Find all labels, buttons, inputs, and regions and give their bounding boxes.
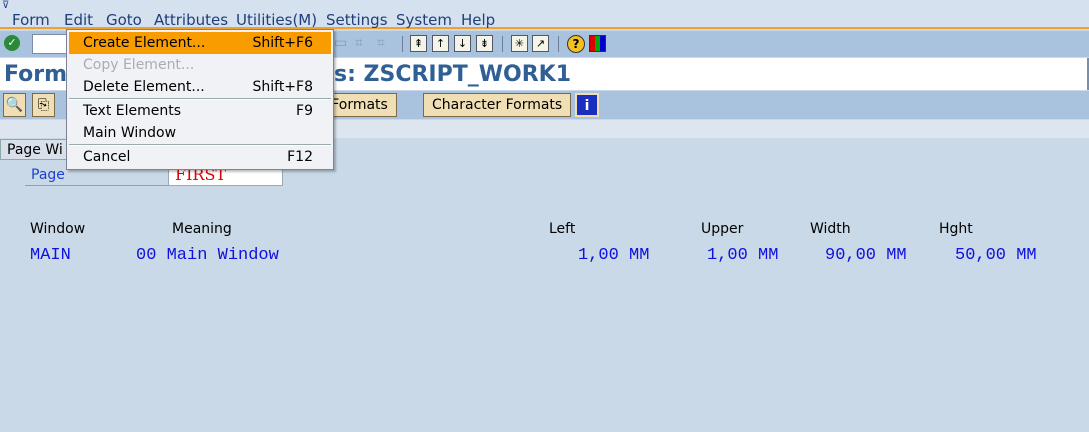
menu-item-main-window[interactable]: Main Window bbox=[69, 122, 331, 144]
menu-item-label: Create Element... bbox=[83, 35, 206, 51]
menu-help[interactable]: Help bbox=[461, 11, 495, 29]
menu-bar: ⊽ Form Edit Goto Attributes Utilities(M)… bbox=[0, 0, 1089, 29]
menu-system[interactable]: System bbox=[396, 11, 452, 29]
cell-hght[interactable]: 50,00 MM bbox=[955, 246, 1037, 265]
cell-window[interactable]: MAIN bbox=[30, 246, 71, 265]
column-header-hght: Hght bbox=[939, 221, 973, 237]
menu-item-label: Text Elements bbox=[83, 103, 182, 119]
enter-checkmark-icon[interactable]: ✓ bbox=[4, 35, 20, 51]
document-icon[interactable]: ⎘ bbox=[32, 93, 55, 117]
column-header-left: Left bbox=[549, 221, 576, 237]
edit-menu-dropdown: Create Element... Shift+F6 Copy Element..… bbox=[66, 29, 334, 170]
first-page-icon[interactable]: ⇞ bbox=[410, 35, 427, 52]
menu-item-copy-element: Copy Element... bbox=[69, 54, 331, 76]
display-icon[interactable]: 🔍 bbox=[3, 93, 26, 117]
column-header-upper: Upper bbox=[701, 221, 744, 237]
column-header-window: Window bbox=[30, 221, 86, 237]
column-header-width: Width bbox=[810, 221, 851, 237]
menu-edit[interactable]: Edit bbox=[64, 11, 93, 29]
menu-goto[interactable]: Goto bbox=[106, 11, 142, 29]
menu-item-shortcut: Shift+F6 bbox=[252, 35, 313, 51]
previous-page-icon[interactable]: ↑ bbox=[432, 35, 449, 52]
next-page-icon[interactable]: ↓ bbox=[454, 35, 471, 52]
menu-item-label: Main Window bbox=[83, 125, 177, 141]
menu-item-shortcut: F9 bbox=[296, 103, 313, 119]
layout-menu-icon[interactable] bbox=[589, 35, 606, 52]
find-next-icon[interactable]: ⌗ bbox=[377, 35, 385, 51]
menu-form[interactable]: Form bbox=[12, 11, 50, 29]
last-page-icon[interactable]: ⇟ bbox=[476, 35, 493, 52]
print-icon[interactable]: ▭ bbox=[334, 35, 347, 51]
menu-item-shortcut: Shift+F8 bbox=[252, 79, 313, 95]
help-icon[interactable]: ? bbox=[567, 35, 585, 53]
new-session-icon[interactable]: ✳ bbox=[511, 35, 528, 52]
menu-item-text-elements[interactable]: Text Elements F9 bbox=[69, 100, 331, 122]
find-icon[interactable]: ⌗ bbox=[355, 35, 363, 51]
menu-attributes[interactable]: Attributes bbox=[154, 11, 228, 29]
menu-item-cancel[interactable]: Cancel F12 bbox=[69, 146, 331, 168]
menu-utilities[interactable]: Utilities(M) bbox=[236, 11, 317, 29]
toolbar-separator bbox=[502, 36, 503, 52]
cell-meaning[interactable]: 00 Main Window bbox=[136, 246, 279, 265]
menu-item-shortcut: F12 bbox=[287, 149, 313, 165]
cell-upper[interactable]: 1,00 MM bbox=[707, 246, 778, 265]
menu-item-create-element[interactable]: Create Element... Shift+F6 bbox=[69, 32, 331, 54]
shortcut-icon[interactable]: ↗ bbox=[532, 35, 549, 52]
page-title: s: ZSCRIPT_WORK1 bbox=[334, 62, 572, 87]
menu-item-label: Delete Element... bbox=[83, 79, 205, 95]
info-icon[interactable]: i bbox=[575, 93, 599, 117]
toolbar-separator bbox=[402, 36, 403, 52]
toolbar-separator bbox=[558, 36, 559, 52]
character-formats-button[interactable]: Character Formats bbox=[423, 93, 572, 117]
cell-left[interactable]: 1,00 MM bbox=[578, 246, 649, 265]
menu-item-label: Copy Element... bbox=[83, 57, 195, 73]
system-menu-icon[interactable]: ⊽ bbox=[2, 0, 9, 11]
menu-settings[interactable]: Settings bbox=[326, 11, 388, 29]
command-field[interactable] bbox=[32, 34, 68, 54]
cell-width[interactable]: 90,00 MM bbox=[825, 246, 907, 265]
menu-item-delete-element[interactable]: Delete Element... Shift+F8 bbox=[69, 76, 331, 98]
column-header-meaning: Meaning bbox=[172, 221, 232, 237]
menu-item-label: Cancel bbox=[83, 149, 131, 165]
